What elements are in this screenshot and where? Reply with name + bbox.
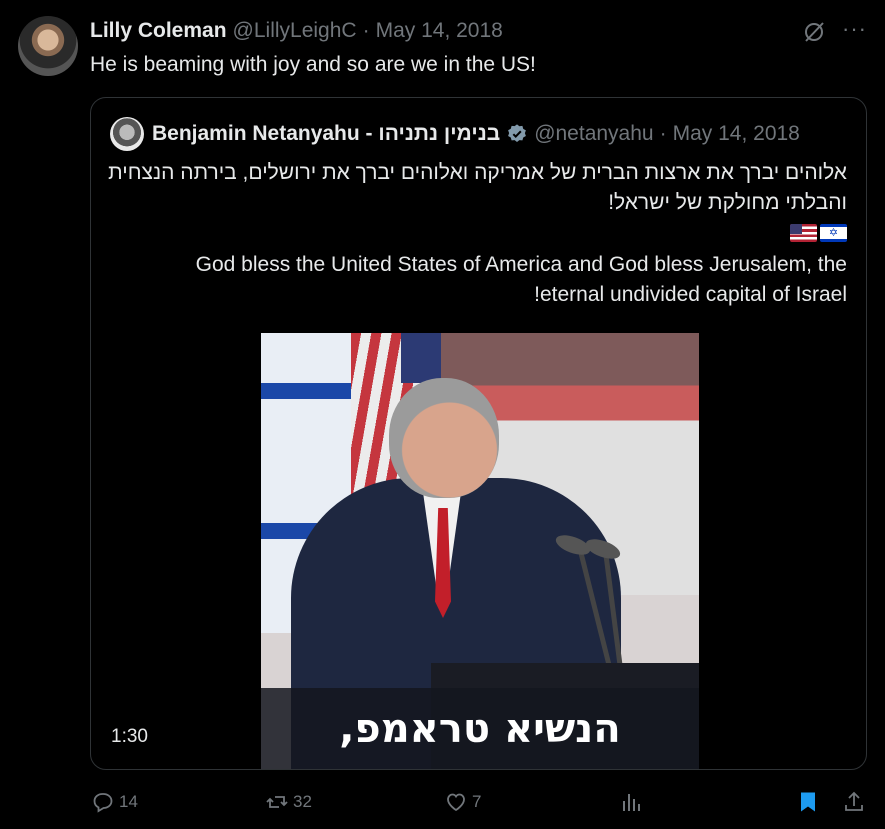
more-options-icon[interactable]: ··· [842,16,867,42]
heart-icon [447,793,465,812]
repost-count: 32 [293,792,312,811]
quoted-tweet-header: Benjamin Netanyahu - בנימין נתניהו @neta… [152,121,800,147]
video-speaker-head [389,378,499,498]
action-bar: 14 32 7 [0,790,885,816]
tweet-text: He is beaming with joy and so are we in … [90,53,536,76]
author-name[interactable]: Lilly Coleman [90,18,227,44]
bookmark-icon [801,792,815,812]
flag-emojis: ✡ [790,224,847,242]
israel-flag-icon: ✡ [820,224,847,242]
header-separator: · [362,19,370,42]
quoted-english-line-2: !eternal undivided capital of Israel [534,283,847,306]
author-avatar[interactable] [18,16,78,76]
bookmark-button[interactable] [796,790,820,814]
share-button[interactable] [842,790,866,814]
quoted-author-avatar[interactable] [110,117,144,151]
quoted-author-name[interactable]: Benjamin Netanyahu - בנימין נתניהו [152,121,500,147]
video-microphone [555,535,624,673]
analytics-icon [623,794,640,811]
repost-icon [266,796,288,808]
quoted-hebrew-text: אלוהים יברך את ארצות הברית של אמריקה ואל… [108,161,847,214]
repost-button[interactable]: 32 [265,790,312,814]
quoted-header-separator: · [659,122,667,145]
quoted-tweet-date[interactable]: May 14, 2018 [673,121,800,147]
video-player[interactable]: הנשיא טראמפ, [261,333,699,769]
views-button[interactable] [620,790,644,814]
verified-badge-icon [508,124,527,142]
reply-count: 14 [119,792,138,811]
video-duration: 1:30 [111,726,148,747]
like-button[interactable]: 7 [444,790,481,814]
author-handle[interactable]: @LillyLeighC [233,18,357,44]
share-icon [845,791,863,811]
tweet-date[interactable]: May 14, 2018 [376,18,503,44]
grok-icon[interactable] [802,20,826,44]
quoted-tweet[interactable]: Benjamin Netanyahu - בנימין נתניהו @neta… [90,97,867,770]
quoted-english-line-1: God bless the United States of America a… [195,253,847,276]
us-flag-icon [790,224,817,242]
tweet-header: Lilly Coleman @LillyLeighC · May 14, 201… [90,18,503,44]
quoted-english-text: God bless the United States of America a… [107,250,847,310]
quoted-author-handle[interactable]: @netanyahu [534,121,653,147]
like-count: 7 [472,792,482,811]
video-caption: הנשיא טראמפ, [261,688,699,769]
reply-icon [93,793,113,813]
reply-button[interactable]: 14 [91,790,138,814]
